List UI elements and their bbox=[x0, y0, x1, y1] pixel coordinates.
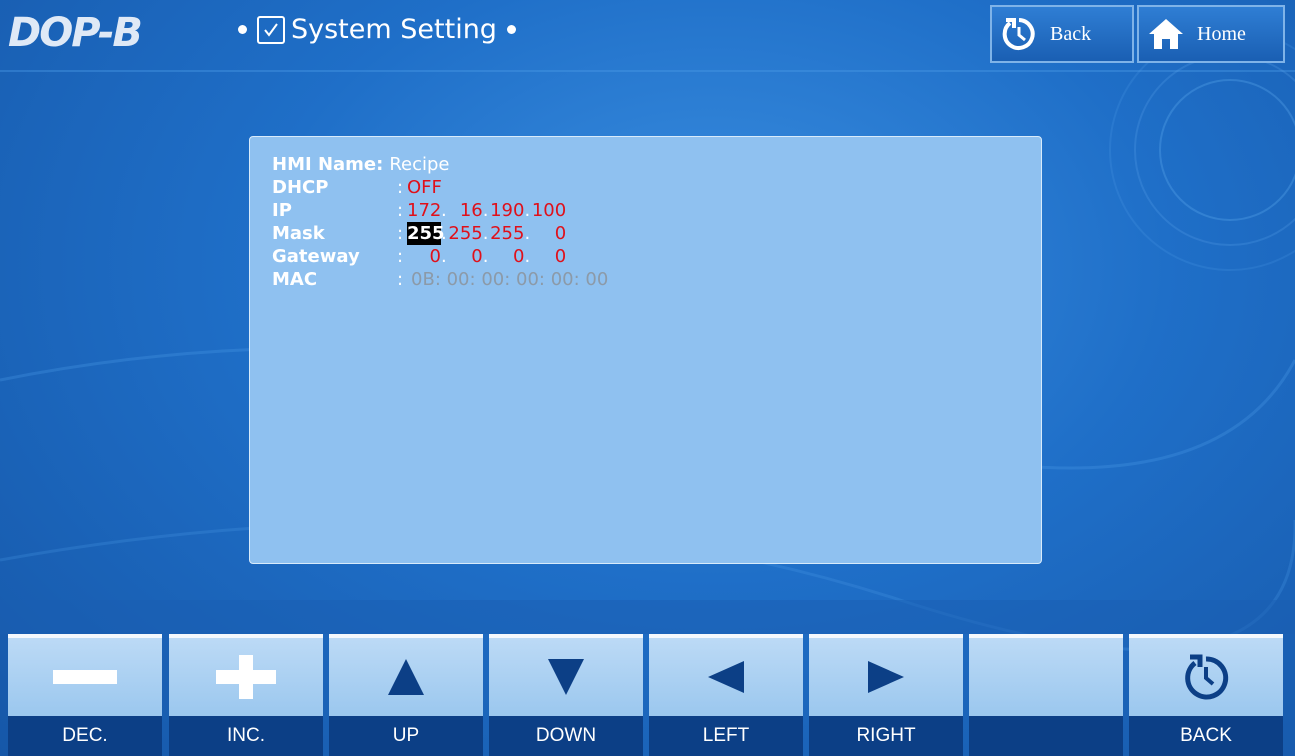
title-dot-right bbox=[506, 25, 516, 34]
hmi-name-row: HMI Name: Recipe bbox=[272, 153, 608, 176]
ip-label: IP bbox=[272, 200, 292, 221]
network-settings-panel: HMI Name: Recipe DHCP : OFF IP : 172. 16… bbox=[249, 136, 1042, 564]
hmi-name-label: HMI Name: bbox=[272, 154, 384, 175]
undo-icon bbox=[1129, 638, 1283, 716]
bottom-toolbar: DEC. INC. UP DOWN LEFT RIGHT BACK bbox=[0, 634, 1295, 756]
arrow-right-icon bbox=[809, 638, 963, 716]
mask-label: Mask bbox=[272, 223, 325, 244]
mac-byte-6: 00 bbox=[585, 269, 609, 290]
page-title-text: System Setting bbox=[291, 14, 497, 45]
inc-button[interactable]: INC. bbox=[169, 634, 323, 756]
mac-colon: : bbox=[538, 269, 551, 290]
mask-octet-2[interactable]: 255 bbox=[447, 222, 482, 245]
minus-icon bbox=[8, 638, 162, 716]
mac-byte-1: 0B bbox=[411, 269, 435, 290]
mac-colon: : bbox=[573, 269, 586, 290]
back-toolbar-button[interactable]: BACK bbox=[1129, 634, 1283, 756]
home-icon bbox=[1147, 16, 1185, 52]
header-bar: DOP-B System Setting Back Home bbox=[0, 0, 1295, 70]
inc-button-label: INC. bbox=[169, 716, 323, 756]
ip-octet-4[interactable]: 100 bbox=[530, 199, 566, 222]
gateway-octet-2[interactable]: 0 bbox=[447, 245, 482, 268]
ip-row: IP : 172. 16. 190. 100 bbox=[272, 199, 608, 222]
colon: : bbox=[397, 177, 404, 198]
mac-byte-3: 00 bbox=[481, 269, 505, 290]
back-button[interactable]: Back bbox=[990, 5, 1134, 63]
home-button-label: Home bbox=[1197, 22, 1246, 45]
back-toolbar-button-label: BACK bbox=[1129, 716, 1283, 756]
gateway-label: Gateway bbox=[272, 246, 360, 267]
back-button-label: Back bbox=[1050, 22, 1092, 45]
mask-octet-4[interactable]: 0 bbox=[530, 222, 566, 245]
mac-byte-4: 00 bbox=[516, 269, 539, 290]
blank-button-label bbox=[969, 716, 1123, 756]
mac-byte-2: 00 bbox=[446, 269, 470, 290]
dec-button[interactable]: DEC. bbox=[8, 634, 162, 756]
blank-button[interactable] bbox=[969, 634, 1123, 756]
left-button-label: LEFT bbox=[649, 716, 803, 756]
mac-byte-5: 00 bbox=[550, 269, 574, 290]
dhcp-label: DHCP bbox=[272, 177, 329, 198]
mask-octet-3[interactable]: 255 bbox=[488, 222, 524, 245]
mac-colon: : bbox=[504, 269, 517, 290]
gateway-octet-4[interactable]: 0 bbox=[530, 245, 566, 268]
ip-octet-2[interactable]: 16 bbox=[447, 199, 483, 222]
mask-octet-1[interactable]: 255 bbox=[407, 222, 445, 245]
dec-button-label: DEC. bbox=[8, 716, 162, 756]
mac-label: MAC bbox=[272, 269, 318, 290]
gateway-octet-1[interactable]: 0 bbox=[407, 245, 441, 268]
mask-row: Mask : 255. 255. 255. 0 bbox=[272, 222, 608, 245]
blank-icon-area bbox=[969, 638, 1123, 716]
ip-octet-1[interactable]: 172 bbox=[407, 199, 441, 222]
colon: : bbox=[397, 246, 404, 267]
mac-row: MAC : 0B: 00: 00: 00: 00: 00 bbox=[272, 268, 608, 291]
mac-colon: : bbox=[434, 269, 447, 290]
dhcp-row: DHCP : OFF bbox=[272, 176, 608, 199]
ip-octet-3[interactable]: 190 bbox=[488, 199, 524, 222]
hmi-name-value[interactable]: Recipe bbox=[389, 153, 449, 176]
home-button[interactable]: Home bbox=[1137, 5, 1285, 63]
gateway-row: Gateway : 0. 0. 0. 0 bbox=[272, 245, 608, 268]
checkmark-icon bbox=[257, 15, 285, 44]
title-dot-left bbox=[238, 25, 247, 34]
down-button-label: DOWN bbox=[489, 716, 643, 756]
gateway-octet-3[interactable]: 0 bbox=[488, 245, 524, 268]
up-button[interactable]: UP bbox=[329, 634, 483, 756]
right-button-label: RIGHT bbox=[809, 716, 963, 756]
plus-icon bbox=[169, 638, 323, 716]
logo: DOP-B bbox=[8, 10, 143, 56]
page-title: System Setting bbox=[228, 14, 526, 45]
up-button-label: UP bbox=[329, 716, 483, 756]
arrow-up-icon bbox=[329, 638, 483, 716]
left-button[interactable]: LEFT bbox=[649, 634, 803, 756]
logo-text: DOP-B bbox=[8, 10, 143, 56]
down-button[interactable]: DOWN bbox=[489, 634, 643, 756]
back-icon bbox=[1000, 15, 1038, 53]
colon: : bbox=[397, 269, 404, 290]
mac-colon: : bbox=[469, 269, 482, 290]
dhcp-value[interactable]: OFF bbox=[407, 176, 442, 199]
colon: : bbox=[397, 223, 404, 244]
right-button[interactable]: RIGHT bbox=[809, 634, 963, 756]
arrow-down-icon bbox=[489, 638, 643, 716]
arrow-left-icon bbox=[649, 638, 803, 716]
colon: : bbox=[397, 200, 404, 221]
